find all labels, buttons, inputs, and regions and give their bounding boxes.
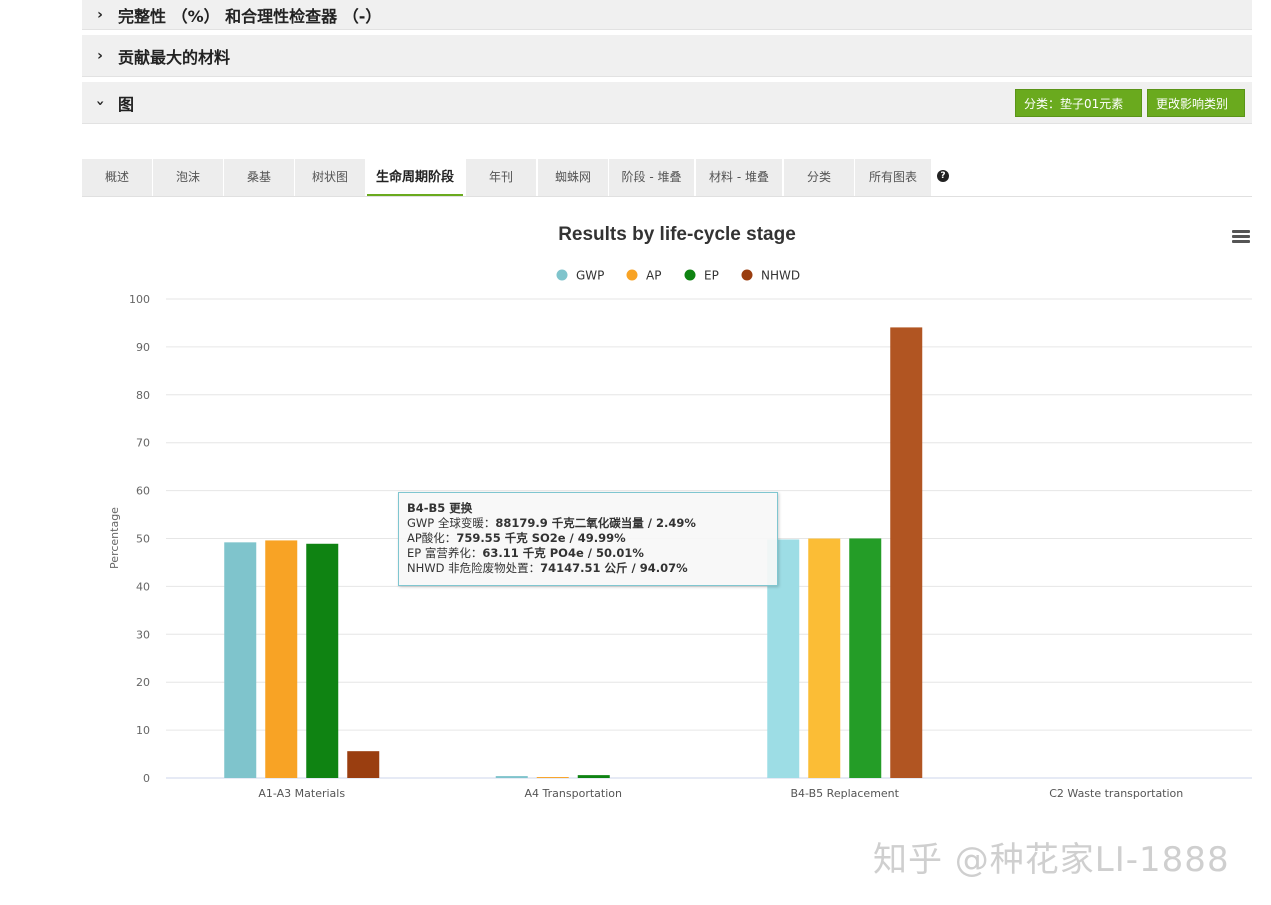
- bar-gwp-0[interactable]: [224, 542, 257, 778]
- legend-label-ap[interactable]: AP: [646, 269, 661, 283]
- bar-nhwd-0[interactable]: [347, 751, 380, 778]
- watermark: 知乎 @种花家LI-1888: [873, 840, 1230, 880]
- y-tick-label: 60: [136, 485, 150, 498]
- y-tick-label: 80: [136, 389, 150, 402]
- y-axis: 0 10 20 30 40 50 60 70 80 90 100: [129, 293, 150, 785]
- y-axis-label: Percentage: [108, 507, 121, 569]
- y-tick-label: 50: [136, 533, 150, 546]
- x-axis: A1-A3 Materials A4 Transportation B4-B5 Re…: [258, 787, 1183, 800]
- tooltip-title: B4-B5 更换: [407, 501, 473, 515]
- bar-ep-1[interactable]: [577, 775, 610, 778]
- bar-ap-2[interactable]: [808, 538, 841, 778]
- tooltip-line-ep: EP 富营养化：63.11 千克 PO4e / 50.01%: [407, 546, 644, 560]
- legend-marker-ep[interactable]: [684, 269, 696, 281]
- chart-legend: GWP AP EP NHWD: [556, 269, 800, 283]
- tooltip-line-nhwd: NHWD 非危险废物处置：74147.51 公斤 / 94.07%: [407, 561, 688, 575]
- legend-label-ep[interactable]: EP: [704, 269, 719, 283]
- bar-nhwd-2[interactable]: [890, 327, 923, 778]
- bar-ap-0[interactable]: [265, 540, 298, 778]
- chart-title: Results by life-cycle stage: [558, 224, 796, 245]
- y-tick-label: 10: [136, 724, 150, 737]
- x-tick-label: A1-A3 Materials: [258, 787, 345, 800]
- bar-ep-2[interactable]: [849, 538, 882, 778]
- y-tick-label: 40: [136, 580, 150, 593]
- bar-gwp-1[interactable]: [495, 776, 528, 778]
- legend-label-gwp[interactable]: GWP: [576, 269, 604, 283]
- bar-ap-1[interactable]: [536, 777, 569, 778]
- x-tick-label: B4-B5 Replacement: [791, 787, 900, 800]
- tooltip-line-gwp: GWP 全球变暖：88179.9 千克二氧化碳当量 / 2.49%: [407, 516, 696, 530]
- bar-ep-0[interactable]: [306, 543, 339, 778]
- legend-marker-ap[interactable]: [626, 269, 638, 281]
- x-tick-label: C2 Waste transportation: [1049, 787, 1183, 800]
- life-cycle-chart: Results by life-cycle stage GWP AP EP NHWD …: [108, 224, 1252, 800]
- legend-marker-gwp[interactable]: [556, 269, 568, 281]
- x-tick-label: A4 Transportation: [525, 787, 622, 800]
- tooltip-line-ap: AP酸化：759.55 千克 SO2e / 49.99%: [407, 531, 626, 545]
- chart-tooltip: B4-B5 更换 GWP 全球变暖：88179.9 千克二氧化碳当量 / 2.4…: [398, 492, 778, 586]
- y-tick-label: 70: [136, 437, 150, 450]
- y-tick-label: 20: [136, 676, 150, 689]
- y-tick-label: 0: [143, 772, 150, 785]
- y-tick-label: 90: [136, 341, 150, 354]
- y-tick-label: 30: [136, 628, 150, 641]
- legend-marker-nhwd[interactable]: [741, 269, 753, 281]
- legend-label-nhwd[interactable]: NHWD: [761, 269, 800, 283]
- y-tick-label: 100: [129, 293, 150, 306]
